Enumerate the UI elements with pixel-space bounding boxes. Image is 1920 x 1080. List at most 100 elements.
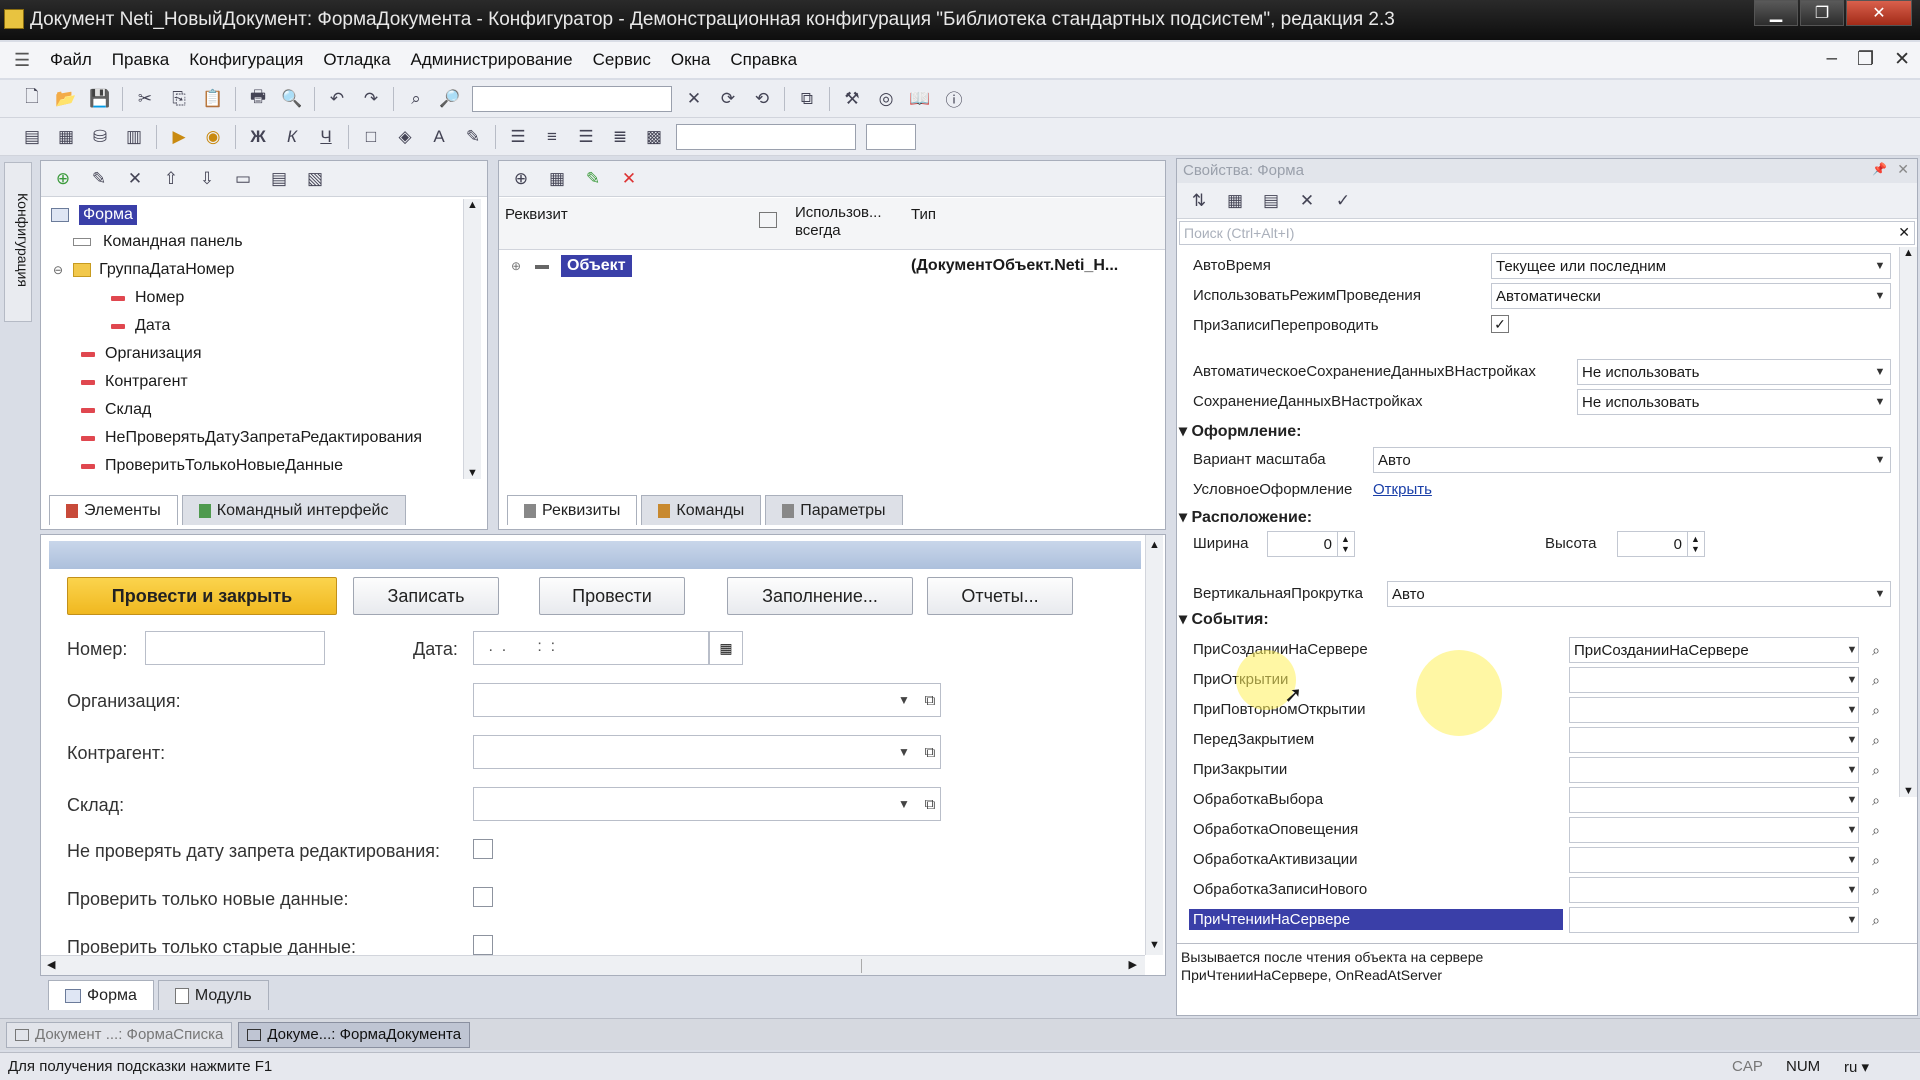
- open-handler-icon[interactable]: ⌕: [1867, 787, 1885, 813]
- copy-icon[interactable]: ⎘: [167, 87, 191, 111]
- table-icon[interactable]: ▥: [122, 125, 146, 149]
- properties-search[interactable]: Поиск (Ctrl+Alt+I) ✕: [1179, 221, 1915, 245]
- tree-item-form[interactable]: Форма: [51, 205, 137, 225]
- tree-item-number[interactable]: Номер: [111, 289, 184, 307]
- prop-scale-value[interactable]: Авто: [1373, 447, 1891, 473]
- tree-item-contractor[interactable]: Контрагент: [81, 373, 188, 391]
- section-layout[interactable]: ▾ Расположение:: [1179, 507, 1312, 527]
- dropdown-icon[interactable]: ▼: [1843, 697, 1861, 723]
- dropdown-icon[interactable]: ▼: [1843, 817, 1861, 843]
- menu-service[interactable]: Сервис: [593, 50, 651, 70]
- number-input[interactable]: [145, 631, 325, 665]
- search-clear-icon[interactable]: ✕: [1898, 224, 1910, 241]
- search-icon[interactable]: 🔎: [438, 87, 462, 111]
- border-icon[interactable]: □: [359, 125, 383, 149]
- event-handler-value[interactable]: ПриСозданииНаСервере: [1569, 637, 1859, 663]
- align-center-icon[interactable]: ≡: [540, 125, 564, 149]
- expand-icon[interactable]: ⊕: [511, 259, 521, 273]
- height-spinner[interactable]: ▲ ▼: [1687, 531, 1703, 557]
- system-menu-icon[interactable]: ☰: [14, 50, 30, 71]
- tab-commands[interactable]: Команды: [641, 495, 762, 525]
- prop-conditional-open-link[interactable]: Открыть: [1373, 481, 1432, 498]
- edit-attribute-icon[interactable]: ✎: [581, 167, 605, 191]
- search-clear-icon[interactable]: ✕: [682, 87, 706, 111]
- underline-icon[interactable]: Ч: [314, 125, 338, 149]
- italic-icon[interactable]: К: [280, 125, 304, 149]
- prop-repost-checkbox[interactable]: ✓: [1491, 315, 1509, 333]
- font-color-icon[interactable]: A: [427, 125, 451, 149]
- sort-alpha-icon[interactable]: ⇅: [1187, 189, 1211, 213]
- open-handler-icon[interactable]: ⌕: [1867, 727, 1885, 753]
- event-label[interactable]: ПриСозданииНаСервере: [1189, 641, 1368, 658]
- elements-scrollbar[interactable]: ▲ ▼: [463, 199, 481, 479]
- align-left-icon[interactable]: ☰: [506, 125, 530, 149]
- accept-icon[interactable]: ✓: [1331, 189, 1355, 213]
- contractor-dropdown-icon[interactable]: ▼: [891, 735, 917, 769]
- reports-button[interactable]: Отчеты...: [927, 577, 1073, 615]
- add-list-icon[interactable]: ▦: [545, 167, 569, 191]
- info-icon[interactable]: ⓘ: [942, 87, 966, 111]
- menu-help[interactable]: Справка: [730, 50, 797, 70]
- post-and-close-button[interactable]: Провести и закрыть: [67, 577, 337, 615]
- pin-icon[interactable]: 📌: [1872, 162, 1887, 176]
- event-label[interactable]: ПриЧтенииНаСервере: [1189, 909, 1563, 930]
- mdi-minimize-icon[interactable]: ‒: [1826, 48, 1837, 71]
- database-icon[interactable]: ⛁: [88, 125, 112, 149]
- tree-item-command-panel[interactable]: Командная панель: [73, 233, 243, 251]
- language-indicator[interactable]: ru ▾: [1844, 1058, 1869, 1076]
- view-icon[interactable]: ▭: [231, 167, 255, 191]
- taskbar-item-document-form[interactable]: Докуме...: ФормаДокумента: [238, 1021, 471, 1048]
- organization-dropdown-icon[interactable]: ▼: [891, 683, 917, 717]
- delete-icon[interactable]: ✕: [123, 167, 147, 191]
- bold-icon[interactable]: Ж: [246, 125, 270, 149]
- event-handler-value[interactable]: [1569, 667, 1859, 693]
- minimize-button[interactable]: ▁: [1754, 0, 1798, 26]
- maximize-button[interactable]: ❐: [1800, 0, 1844, 26]
- highlight-icon[interactable]: ✎: [461, 125, 485, 149]
- properties-scrollbar[interactable]: ▲ ▼: [1899, 247, 1917, 797]
- dropdown-icon[interactable]: ▼: [1843, 667, 1861, 693]
- event-label[interactable]: ОбработкаОповещения: [1189, 821, 1358, 838]
- align-right-icon[interactable]: ☰: [574, 125, 598, 149]
- event-handler-value[interactable]: [1569, 757, 1859, 783]
- list-icon[interactable]: ▤: [267, 167, 291, 191]
- column-type[interactable]: Тип: [911, 206, 936, 223]
- tree-item-check-new[interactable]: ПроверитьТолькоНовыеДанные: [81, 457, 343, 475]
- event-handler-value[interactable]: [1569, 817, 1859, 843]
- check-old-checkbox[interactable]: [473, 935, 493, 955]
- organization-input[interactable]: [473, 683, 941, 717]
- properties-close-icon[interactable]: ✕: [1897, 161, 1909, 178]
- event-label[interactable]: ОбработкаАктивизации: [1189, 851, 1358, 868]
- open-handler-icon[interactable]: ⌕: [1867, 907, 1885, 933]
- form-horizontal-scrollbar[interactable]: ◀ ▶: [41, 955, 1145, 975]
- open-handler-icon[interactable]: ⌕: [1867, 847, 1885, 873]
- move-up-icon[interactable]: ⇧: [159, 167, 183, 191]
- open-handler-icon[interactable]: ⌕: [1867, 877, 1885, 903]
- add-attribute-icon[interactable]: ⊕: [509, 167, 533, 191]
- syntax-assistant-icon[interactable]: ◎: [874, 87, 898, 111]
- menu-debug[interactable]: Отладка: [323, 50, 390, 70]
- fill-icon[interactable]: ◈: [393, 125, 417, 149]
- calendar-icon[interactable]: ▦: [709, 631, 743, 665]
- warehouse-dropdown-icon[interactable]: ▼: [891, 787, 917, 821]
- event-handler-value[interactable]: [1569, 847, 1859, 873]
- event-label[interactable]: ПередЗакрытием: [1189, 731, 1314, 748]
- windows-icon[interactable]: ⧉: [795, 87, 819, 111]
- prop-save-settings-value[interactable]: Не использовать: [1577, 389, 1891, 415]
- print-icon[interactable]: 🖶: [246, 87, 270, 111]
- search-combo[interactable]: [472, 85, 672, 112]
- tree-item-organization[interactable]: Организация: [81, 345, 202, 363]
- section-design[interactable]: ▾ Оформление:: [1179, 421, 1301, 441]
- module-icon[interactable]: ▤: [20, 125, 44, 149]
- clear-icon[interactable]: ✕: [1295, 189, 1319, 213]
- width-spinner[interactable]: ▲ ▼: [1337, 531, 1353, 557]
- column-use-always[interactable]: Использов... всегда: [795, 204, 895, 240]
- no-check-date-checkbox[interactable]: [473, 839, 493, 859]
- prop-autotime-value[interactable]: Текущее или последним: [1491, 253, 1891, 279]
- tools-icon[interactable]: ⚒: [840, 87, 864, 111]
- move-down-icon[interactable]: ⇩: [195, 167, 219, 191]
- menu-administration[interactable]: Администрирование: [411, 50, 573, 70]
- event-label[interactable]: ПриОткрытии: [1189, 671, 1288, 688]
- dropdown-icon[interactable]: ▼: [1843, 907, 1861, 933]
- find-icon[interactable]: ⌕: [404, 87, 428, 111]
